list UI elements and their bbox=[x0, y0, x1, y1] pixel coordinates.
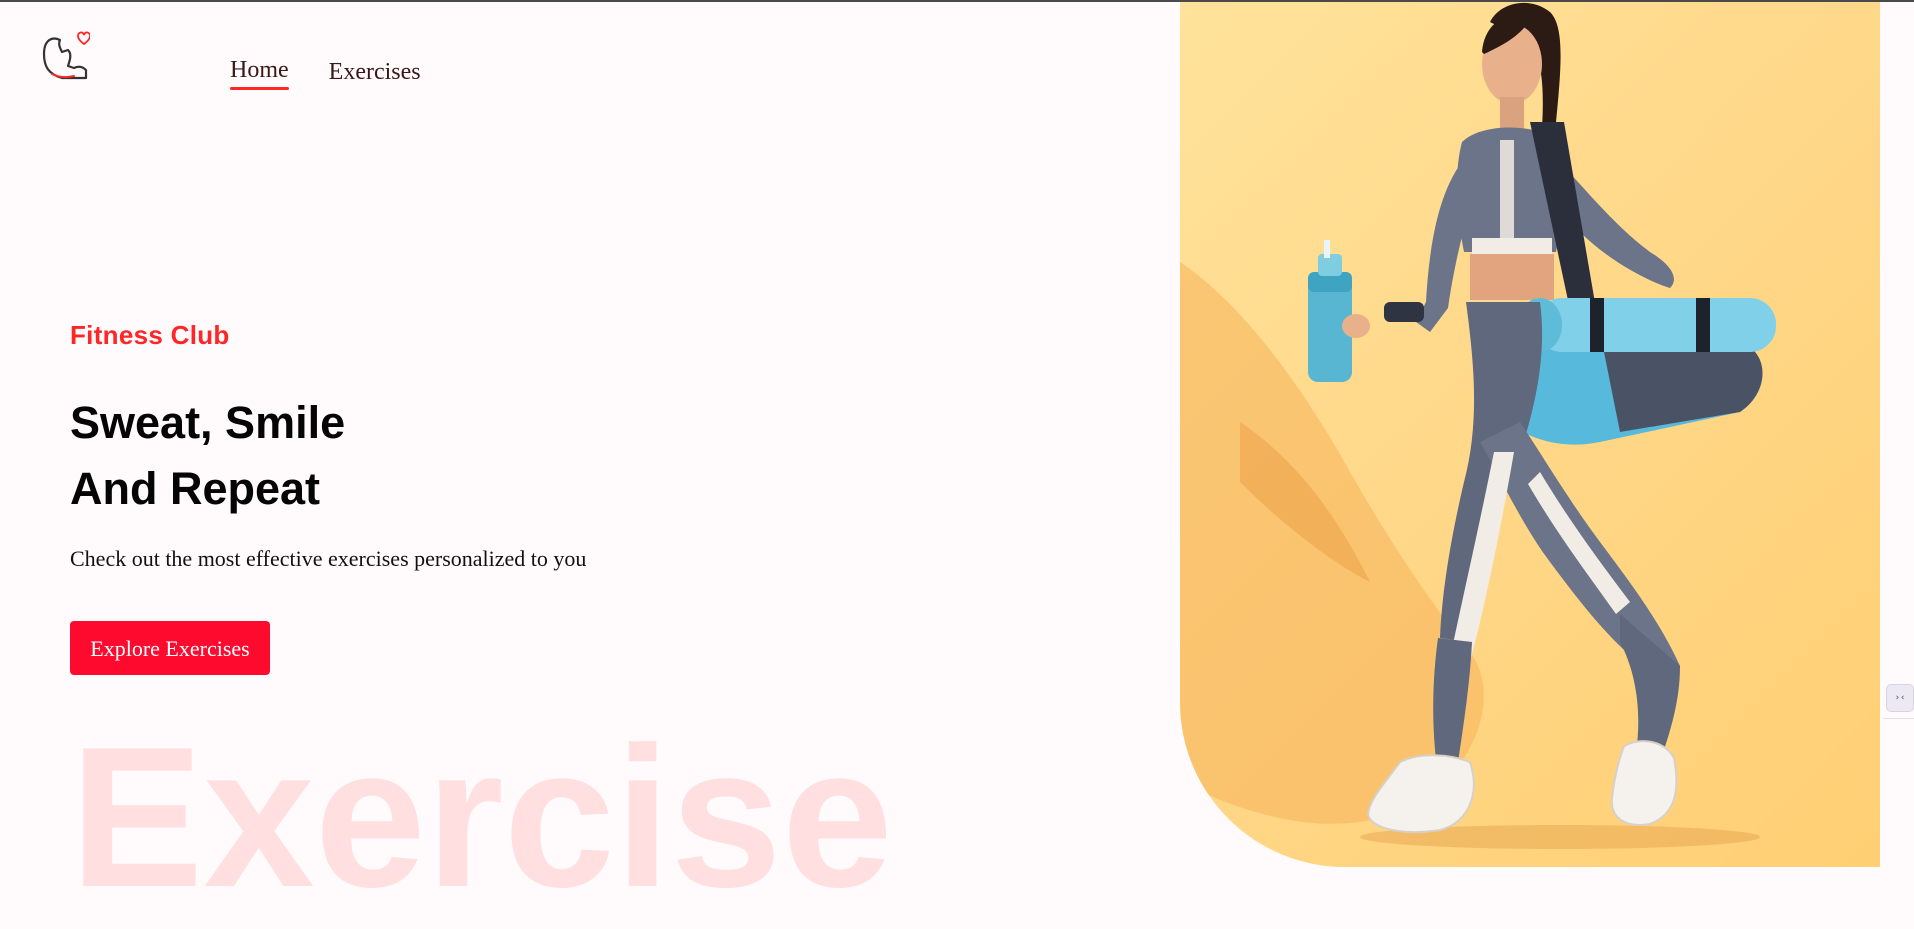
side-divider bbox=[1883, 718, 1914, 719]
hero-watermark-text: Exercise bbox=[70, 706, 893, 929]
main-nav: Home Exercises bbox=[230, 56, 421, 90]
logo-link[interactable] bbox=[38, 30, 91, 86]
flexed-bicep-heart-icon bbox=[42, 31, 91, 80]
nav-link-exercises[interactable]: Exercises bbox=[329, 58, 421, 86]
hero-title: Sweat, Smile And Repeat bbox=[70, 390, 345, 522]
hero-banner-image bbox=[1180, 2, 1880, 867]
explore-exercises-button[interactable]: Explore Exercises bbox=[70, 621, 270, 675]
fitness-woman-illustration bbox=[1180, 2, 1776, 849]
hero-title-line-2: And Repeat bbox=[70, 463, 321, 514]
hero-kicker: Fitness Club bbox=[70, 320, 230, 350]
hero-subtitle: Check out the most effective exercises p… bbox=[70, 546, 587, 571]
nav-link-home[interactable]: Home bbox=[230, 56, 289, 90]
hero-title-line-1: Sweat, Smile bbox=[70, 397, 346, 448]
translate-widget-icon[interactable]: ›‹ bbox=[1886, 684, 1914, 712]
